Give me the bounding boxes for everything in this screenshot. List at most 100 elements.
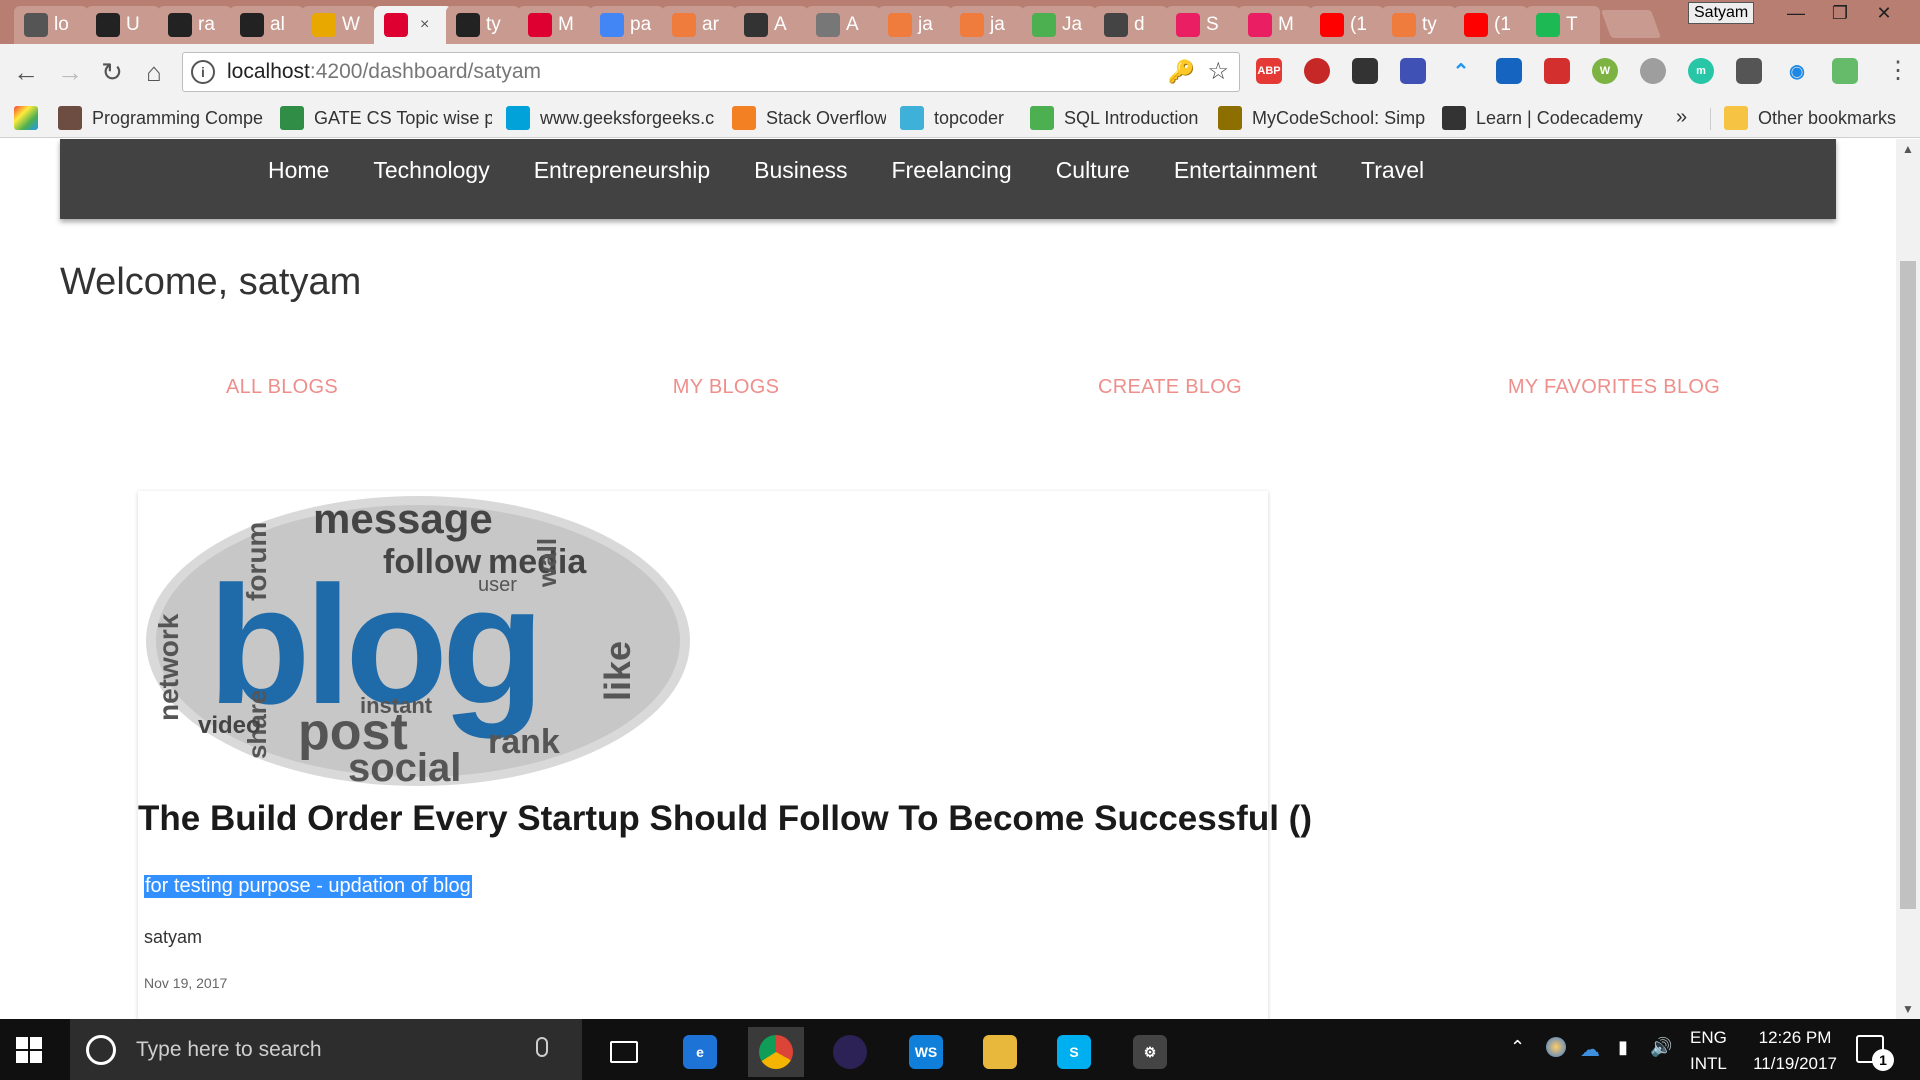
m-extension-icon[interactable]: m [1688,58,1714,84]
browser-tab[interactable]: ra [158,6,232,44]
gear-extension-icon[interactable] [1640,58,1666,84]
blog-title[interactable]: The Build Order Every Startup Should Fol… [138,799,1312,839]
browser-tab[interactable]: (1 [1454,6,1528,44]
tab-all-blogs[interactable]: ALL BLOGS [60,357,504,417]
taskbar-app[interactable] [748,1027,804,1077]
tab-create-blog[interactable]: CREATE BLOG [948,357,1392,417]
scroll-down-icon[interactable]: ▼ [1896,999,1920,1019]
arc-extension-icon[interactable]: ⌃ [1448,58,1474,84]
browser-tab[interactable]: ty [1382,6,1456,44]
browser-tab[interactable]: × [374,6,452,44]
browser-tab[interactable]: Ja [1022,6,1096,44]
password-key-icon[interactable]: 🔑 [1168,59,1195,85]
taskbar-app[interactable]: WS [898,1027,954,1077]
bookmark-item[interactable]: Stack Overflow [732,104,886,132]
close-window-button[interactable]: ✕ [1862,0,1906,26]
home-icon[interactable]: ⌂ [138,56,170,88]
w-extension-icon[interactable]: W [1592,58,1618,84]
taskbar-app[interactable]: e [672,1027,728,1077]
site-info-icon[interactable]: i [191,60,215,84]
back-icon[interactable]: ← [10,56,42,88]
url-text[interactable]: localhost:4200/dashboard/satyam [227,60,541,84]
browser-tab[interactable]: S [1166,6,1240,44]
browser-tab[interactable]: A [734,6,808,44]
browser-tab[interactable]: U [86,6,160,44]
bookmark-item[interactable]: GATE CS Topic wise p [280,104,492,132]
profile-button[interactable]: Satyam [1688,2,1755,24]
taskbar-app[interactable] [596,1027,652,1077]
minimize-button[interactable]: — [1774,0,1818,26]
taskbar-search-box[interactable]: Type here to search [70,1019,582,1080]
word-cloud-word: social [348,746,461,790]
apps-icon[interactable] [14,104,38,132]
bookmark-item[interactable]: MyCodeSchool: Simp [1218,104,1425,132]
bookmark-item[interactable]: Programming Compe [58,104,263,132]
browser-tab[interactable]: (1 [1310,6,1384,44]
scrollbar-thumb[interactable] [1900,261,1916,909]
bookmark-item[interactable]: www.geeksforgeeks.c [506,104,714,132]
browser-tab[interactable]: al [230,6,304,44]
windows-start-icon[interactable] [16,1037,42,1063]
bookmarks-overflow-icon[interactable]: » [1676,106,1687,129]
page-scrollbar[interactable]: ▲ ▼ [1896,139,1920,1019]
nav-link-entertainment[interactable]: Entertainment [1174,157,1317,184]
close-tab-icon[interactable]: × [420,16,429,34]
nav-link-technology[interactable]: Technology [373,157,489,184]
microphone-icon[interactable] [536,1037,548,1057]
puzzle-extension-icon[interactable] [1400,58,1426,84]
browser-tab[interactable]: W [302,6,376,44]
tab-my-blogs[interactable]: MY BLOGS [504,357,948,417]
taskbar-app[interactable] [972,1027,1028,1077]
browser-tab[interactable]: M [1238,6,1312,44]
bookmark-star-icon[interactable]: ☆ [1207,57,1229,86]
nav-link-travel[interactable]: Travel [1361,157,1424,184]
new-tab-button[interactable] [1600,10,1662,38]
adblock-plus-icon[interactable]: ABP [1256,58,1282,84]
bookmark-extension-icon[interactable] [1496,58,1522,84]
taskbar-app[interactable] [822,1027,878,1077]
taskbar-app[interactable]: ⚙ [1122,1027,1178,1077]
weather-icon[interactable] [1546,1037,1566,1057]
ghostery-icon[interactable] [1352,58,1378,84]
tab-my-favorites-blog[interactable]: MY FAVORITES BLOG [1392,357,1836,417]
bookmark-item[interactable]: topcoder [900,104,1004,132]
browser-tab[interactable]: d [1094,6,1168,44]
scroll-up-icon[interactable]: ▲ [1896,139,1920,159]
bookmark-item[interactable]: SQL Introduction [1030,104,1198,132]
bookmark-item[interactable]: Learn | Codecademy [1442,104,1643,132]
code-extension-icon[interactable] [1544,58,1570,84]
browser-tab[interactable]: M [518,6,592,44]
onedrive-icon[interactable]: ☁ [1580,1037,1600,1062]
browser-tab[interactable]: lo [14,6,88,44]
nav-link-home[interactable]: Home [268,157,329,184]
browser-tab[interactable]: T [1526,6,1600,44]
browser-tab[interactable]: A [806,6,880,44]
blog-card[interactable]: message follow media blog post social ne… [138,491,1312,1019]
nav-link-entrepreneurship[interactable]: Entrepreneurship [534,157,710,184]
browser-tab[interactable]: pa [590,6,664,44]
browser-tab[interactable]: ja [950,6,1024,44]
show-hidden-icons-icon[interactable]: ⌃ [1510,1037,1525,1058]
taskbar-app[interactable]: S [1046,1027,1102,1077]
browser-tab[interactable]: ty [446,6,520,44]
nav-link-culture[interactable]: Culture [1056,157,1130,184]
system-clock[interactable]: 12:26 PM 11/19/2017 [1740,1025,1850,1077]
nav-link-freelancing[interactable]: Freelancing [892,157,1012,184]
other-bookmarks[interactable]: Other bookmarks [1724,104,1896,132]
input-language[interactable]: ENG INTL [1690,1025,1727,1077]
nav-link-business[interactable]: Business [754,157,847,184]
address-bar[interactable]: i localhost:4200/dashboard/satyam 🔑 ☆ [182,52,1240,92]
reload-icon[interactable]: ↻ [96,56,128,88]
cortana-icon[interactable] [86,1034,116,1065]
battery-icon[interactable]: ▮ [1618,1037,1628,1058]
restore-button[interactable]: ❐ [1818,0,1862,26]
browser-tab[interactable]: ja [878,6,952,44]
lock-extension-icon[interactable] [1736,58,1762,84]
ublock-icon[interactable] [1304,58,1330,84]
green-extension-icon[interactable] [1832,58,1858,84]
browser-tab[interactable]: ar [662,6,736,44]
volume-icon[interactable]: 🔊 [1650,1037,1672,1058]
eye-extension-icon[interactable]: ◉ [1784,58,1810,84]
chrome-menu-icon[interactable]: ⋮ [1886,56,1910,85]
forward-icon[interactable]: → [54,56,86,88]
